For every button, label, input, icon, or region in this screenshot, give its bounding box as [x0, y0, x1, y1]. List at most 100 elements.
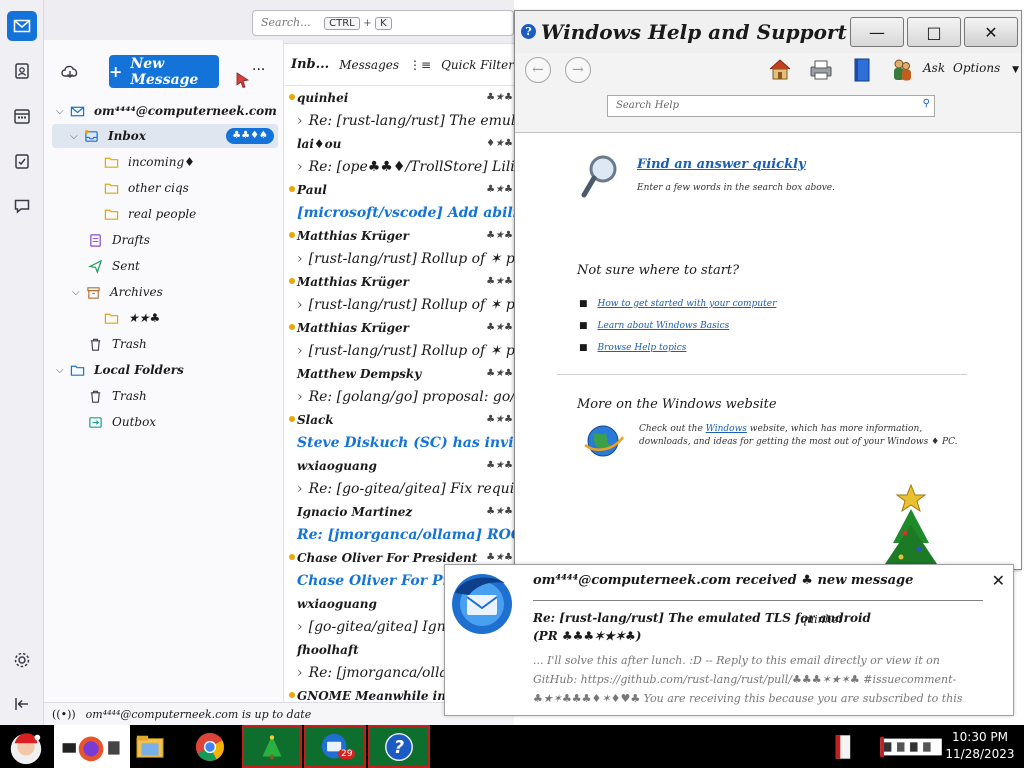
message-subject: › Re: [golang/go] proposal: go/types: add — [297, 389, 515, 405]
folder-archive-year[interactable]: ★★♣ — [104, 306, 160, 330]
notification-pr-line: (PR ♣♣♣✶★✶♣) — [533, 629, 642, 643]
search-icon[interactable]: ⚲ — [923, 98, 930, 109]
message-row[interactable]: Matthias Krüger ♣★♣ › [rust-lang/rust] Roll… — [285, 318, 515, 364]
message-row[interactable]: Ignacio Martinez ♣★♣ Re: [jmorganca/ollama… — [285, 502, 515, 548]
start-button[interactable] — [0, 725, 52, 768]
chevron-down-icon[interactable]: ⌵ — [56, 365, 70, 376]
find-answer-link[interactable]: Find an answer quickly — [637, 157, 806, 172]
quick-filter-icon[interactable]: ⋮≡ — [409, 58, 431, 72]
thread-chevron-icon[interactable]: › — [297, 481, 303, 497]
help-link[interactable]: How to get started with your computer — [598, 299, 777, 309]
new-mail-notification[interactable]: om⁴⁴⁴⁴@computerneek.com received ♣ new m… — [444, 564, 1014, 716]
tasks-icon[interactable] — [7, 146, 37, 176]
chrome-icon[interactable] — [188, 725, 232, 768]
message-subject: › [rust-lang/rust] Rollup of ✶ pull reque… — [297, 297, 515, 313]
folder-local-trash[interactable]: Trash — [88, 384, 147, 408]
message-row[interactable]: Matthew Dempsky ♣★♣ › Re: [golang/go] propo… — [285, 364, 515, 410]
ask-button[interactable]: Ask — [923, 61, 945, 75]
folder-outbox[interactable]: Outbox — [88, 410, 156, 434]
folder-sent[interactable]: Sent — [88, 254, 140, 278]
options-button[interactable]: Options ▼ — [953, 61, 1019, 75]
online-status-icon[interactable]: ((•)) — [52, 708, 76, 721]
message-subject: [microsoft/vscode] Add ability to reveal… — [297, 205, 515, 221]
help-window: ? Windows Help and Support — □ ✕ ← → Ask… — [514, 10, 1022, 570]
folder-local-folders[interactable]: ⌵ Local Folders — [56, 358, 184, 382]
address-book-icon[interactable] — [7, 56, 37, 86]
new-message-label: New Message — [130, 55, 199, 88]
settings-gear-icon[interactable] — [7, 645, 37, 675]
browse-help-icon[interactable] — [851, 57, 873, 83]
notification-close-icon[interactable]: ✕ — [992, 571, 1005, 590]
chevron-down-icon[interactable]: ⌵ — [72, 287, 86, 298]
message-row[interactable]: lai♦ou ♦★♣ › Re: [ope♣♣♦/TrollStore] Lilid … — [285, 134, 515, 180]
mail-space-icon[interactable] — [7, 11, 37, 41]
quick-filter-button[interactable]: Quick Filter — [441, 58, 514, 72]
maximize-button[interactable]: □ — [907, 17, 961, 47]
folder-account[interactable]: ⌵ om⁴⁴⁴⁴@computerneek.com — [56, 99, 284, 123]
minimize-button[interactable]: — — [850, 17, 904, 47]
unread-count-badge: ♣♣♦♠ — [226, 128, 274, 144]
help-link[interactable]: Learn about Windows Basics — [598, 321, 730, 331]
global-search-input[interactable]: Search... CTRL + K — [252, 10, 514, 36]
ask-people-icon[interactable] — [891, 57, 913, 83]
christmas-tree-icon — [262, 734, 282, 759]
chevron-down-icon[interactable]: ⌵ — [56, 106, 70, 117]
tray-icons[interactable] — [876, 725, 946, 768]
help-link[interactable]: Browse Help topics — [598, 343, 687, 353]
chevron-down-icon[interactable]: ⌵ — [70, 131, 84, 142]
help-search-input[interactable]: Search Help ⚲ — [607, 95, 935, 117]
thread-chevron-icon[interactable]: › — [297, 619, 303, 635]
file-explorer-icon[interactable] — [130, 725, 170, 768]
folder-label: real people — [128, 207, 197, 221]
folder-other-ciqs[interactable]: other ciqs — [104, 176, 189, 200]
message-sender: Chase Oliver For President — [297, 551, 478, 565]
help-home-icon[interactable] — [767, 57, 793, 81]
folder-drafts[interactable]: Drafts — [88, 228, 150, 252]
message-row[interactable]: Matthias Krüger ♣★♣ › [rust-lang/rust] Roll… — [285, 272, 515, 318]
thread-chevron-icon[interactable]: › — [297, 665, 303, 681]
christmas-app-button[interactable] — [242, 725, 302, 768]
get-messages-icon[interactable] — [60, 62, 80, 82]
folder-inbox[interactable]: ⌵ Inbox ♣♣♦♠ — [52, 124, 278, 148]
message-sender: fhoolhaft — [297, 643, 359, 657]
folder-trash[interactable]: Trash — [88, 332, 147, 356]
thread-chevron-icon[interactable]: › — [297, 113, 303, 129]
calendar-icon[interactable] — [7, 101, 37, 131]
folder-real-people[interactable]: real people — [104, 202, 196, 226]
thread-chevron-icon[interactable]: › — [297, 297, 303, 313]
collapse-spaces-icon[interactable] — [7, 689, 37, 719]
forward-button[interactable]: → — [565, 57, 591, 83]
unread-dot-icon — [289, 554, 295, 560]
message-row[interactable]: wxiaoguang ♣★♣ › Re: [go-gitea/gitea] Fix r… — [285, 456, 515, 502]
message-row[interactable]: Slack ♣★♣ Steve Diskuch (SC) has invited y… — [285, 410, 515, 456]
message-row[interactable]: quinhei ♣★♣ › Re: [rust-lang/rust] The emul… — [285, 88, 515, 134]
message-subject-text: Re: [ope♣♣♦/TrollStore] Lilid not in — [308, 159, 515, 175]
message-meta: ♣★♣ — [486, 184, 513, 195]
thread-chevron-icon[interactable]: › — [297, 159, 303, 175]
folder-archives[interactable]: ⌵ Archives — [72, 280, 163, 304]
thunderbird-logo-icon — [449, 571, 515, 637]
unread-dot-icon — [289, 278, 295, 284]
windows-website-link[interactable]: Windows — [706, 424, 747, 434]
message-row[interactable]: Matthias Krüger ♣★♣ › [rust-lang/rust] Roll… — [285, 226, 515, 272]
print-icon[interactable] — [808, 59, 834, 81]
chat-icon[interactable] — [7, 191, 37, 221]
thread-chevron-icon[interactable]: › — [297, 343, 303, 359]
new-message-button[interactable]: + New Message — [109, 55, 219, 88]
close-button[interactable]: ✕ — [964, 17, 1018, 47]
message-row[interactable]: Paul ♣★♣ [microsoft/vscode] Add ability to… — [285, 180, 515, 226]
message-meta: ♣★♣ — [486, 368, 513, 379]
spaces-toolbar — [0, 0, 44, 725]
folder-incoming[interactable]: incoming♦ — [104, 150, 195, 174]
inbox-icon — [84, 129, 102, 144]
help-taskbar-button[interactable]: ? — [368, 725, 430, 768]
thread-chevron-icon[interactable]: › — [297, 389, 303, 405]
more-menu-button[interactable]: ··· — [252, 62, 265, 78]
thunderbird-taskbar-button[interactable]: 29 — [304, 725, 366, 768]
tray-flag-icon[interactable] — [830, 725, 856, 768]
back-button[interactable]: ← — [525, 57, 551, 83]
folder-label: other ciqs — [128, 181, 189, 195]
thread-chevron-icon[interactable]: › — [297, 251, 303, 267]
taskbar-clock[interactable]: 10:30 PM 11/28/2023 — [940, 729, 1020, 763]
taskbar-media-app[interactable] — [54, 725, 130, 768]
